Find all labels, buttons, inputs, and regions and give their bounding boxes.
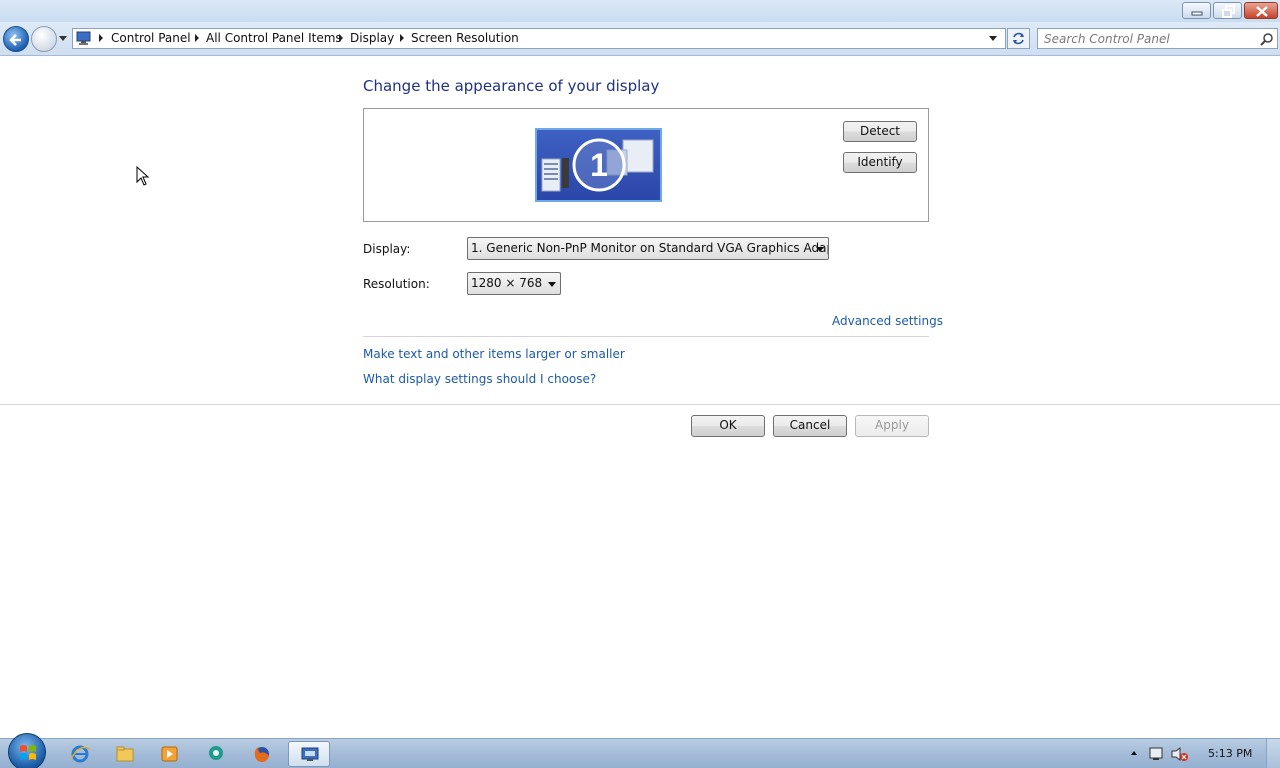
back-button[interactable] <box>3 26 29 52</box>
address-bar[interactable]: Control Panel All Control Panel Items Di… <box>72 28 1006 49</box>
search-icon[interactable] <box>1260 32 1274 46</box>
monitor-number: 1 <box>590 147 608 183</box>
control-panel-icon <box>76 31 91 45</box>
chevron-down-icon <box>816 247 824 252</box>
taskbar: 5:13 PM <box>0 733 1280 768</box>
media-player-icon <box>161 746 178 762</box>
refresh-button[interactable] <box>1007 28 1030 49</box>
taskbar-control-panel[interactable] <box>288 741 330 767</box>
firefox-icon <box>254 747 269 763</box>
monitor-preview-icon: 1 <box>541 138 654 192</box>
breadcrumb-all-items[interactable]: All Control Panel Items <box>206 31 342 45</box>
chevron-down-icon[interactable] <box>989 36 997 41</box>
monitor-panel: 1 Detect Identify <box>363 108 929 222</box>
app-icon <box>209 746 223 760</box>
breadcrumb-display[interactable]: Display <box>350 31 394 45</box>
windows-explorer-icon <box>116 746 134 762</box>
resolution-label: Resolution: <box>363 277 430 291</box>
taskbar-windows-explorer[interactable] <box>105 741 145 767</box>
window-title-bar <box>0 0 1280 22</box>
internet-explorer-icon <box>70 745 91 763</box>
resolution-selected-value: 1280 × 768 <box>471 276 543 290</box>
back-arrow-icon <box>9 34 21 46</box>
search-input[interactable] <box>1044 31 1254 46</box>
windows-logo-icon <box>20 745 36 760</box>
refresh-icon <box>1013 32 1024 45</box>
taskbar-app[interactable] <box>196 741 236 767</box>
show-hidden-icons-icon[interactable] <box>1131 751 1137 755</box>
advanced-settings-link[interactable]: Advanced settings <box>832 314 943 328</box>
detect-button[interactable]: Detect <box>843 121 917 142</box>
text-size-link[interactable]: Make text and other items larger or smal… <box>363 347 625 361</box>
apply-button: Apply <box>855 415 929 437</box>
start-button[interactable] <box>8 733 46 768</box>
display-selected-value: 1. Generic Non-PnP Monitor on Standard V… <box>471 241 829 255</box>
recent-pages-icon[interactable] <box>58 33 68 45</box>
taskbar-media-player[interactable] <box>150 741 190 767</box>
display-dropdown[interactable]: 1. Generic Non-PnP Monitor on Standard V… <box>467 237 829 260</box>
close-button[interactable] <box>1244 2 1278 19</box>
volume-muted-icon[interactable] <box>1170 746 1188 762</box>
minimize-button[interactable] <box>1182 2 1211 19</box>
breadcrumb-separator <box>339 34 343 42</box>
identify-button[interactable]: Identify <box>843 152 917 173</box>
cancel-button[interactable]: Cancel <box>773 415 847 437</box>
chevron-down-icon <box>548 282 556 287</box>
breadcrumb-separator <box>195 34 199 42</box>
display-help-link[interactable]: What display settings should I choose? <box>363 372 596 386</box>
breadcrumb-separator <box>99 34 103 42</box>
minimize-icon <box>1191 11 1203 16</box>
restore-button[interactable] <box>1213 2 1242 19</box>
divider <box>0 404 1280 405</box>
show-desktop-button[interactable] <box>1266 739 1280 768</box>
page-title: Change the appearance of your display <box>363 77 660 95</box>
divider <box>363 336 929 337</box>
ok-button[interactable]: OK <box>691 415 765 437</box>
mouse-cursor-icon <box>136 166 150 186</box>
breadcrumb-screen-resolution[interactable]: Screen Resolution <box>411 31 519 45</box>
clock[interactable]: 5:13 PM <box>1208 747 1252 760</box>
display-label: Display: <box>363 242 411 256</box>
breadcrumb-control-panel[interactable]: Control Panel <box>111 31 191 45</box>
network-icon[interactable] <box>1148 746 1166 762</box>
navigation-bar: Control Panel All Control Panel Items Di… <box>0 22 1280 56</box>
restore-icon <box>1222 5 1235 18</box>
control-panel-icon <box>301 747 319 761</box>
monitor-1-thumbnail[interactable]: 1 <box>535 128 662 202</box>
taskbar-internet-explorer[interactable] <box>60 741 100 767</box>
breadcrumb-separator <box>400 34 404 42</box>
search-box[interactable] <box>1037 28 1278 49</box>
forward-button[interactable] <box>31 26 57 52</box>
resolution-dropdown[interactable]: 1280 × 768 <box>467 272 561 295</box>
taskbar-firefox[interactable] <box>241 741 281 767</box>
close-icon <box>1256 6 1268 17</box>
